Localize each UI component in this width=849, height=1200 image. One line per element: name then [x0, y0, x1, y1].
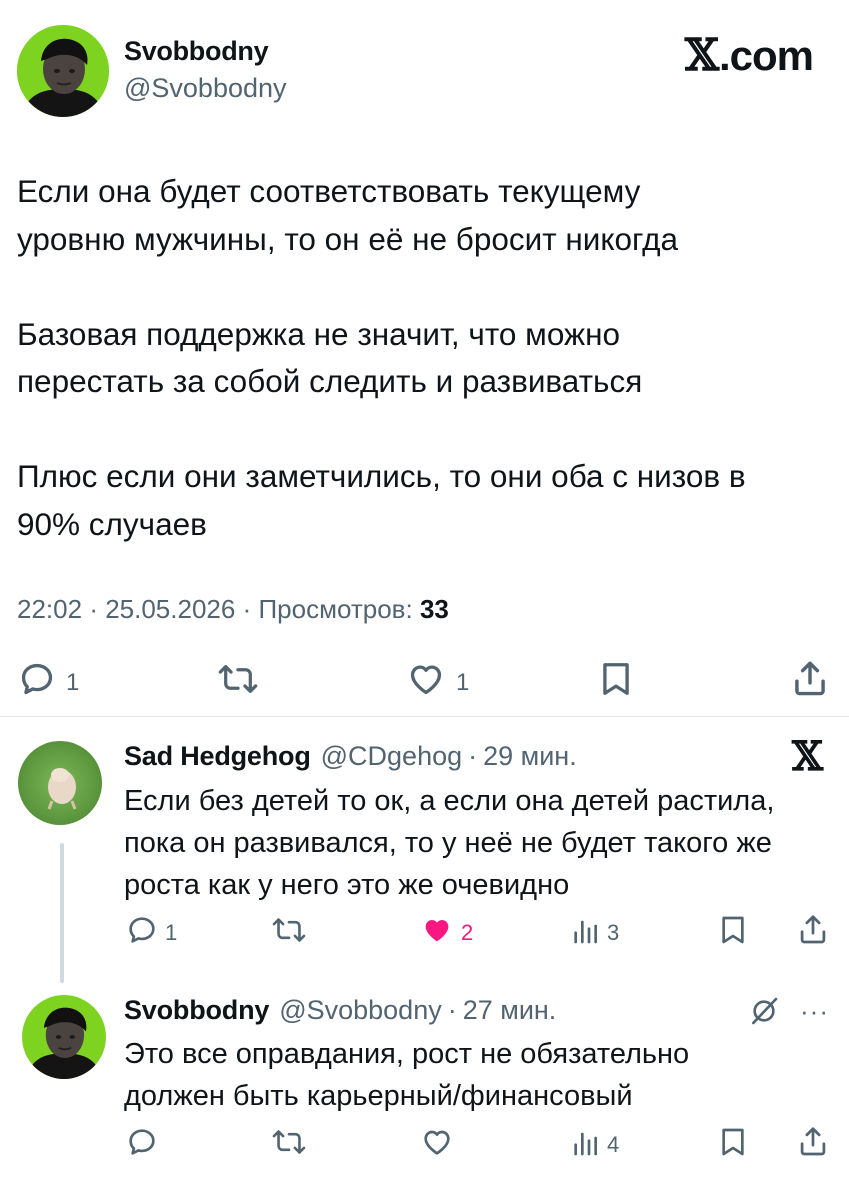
- reply-header: Svobbodny @Svobbodny · 27 мин.: [124, 995, 556, 1026]
- author-handle[interactable]: @Svobbodny: [124, 73, 287, 104]
- brand-domain: .com: [718, 31, 814, 79]
- grok-icon[interactable]: [748, 995, 780, 1032]
- retweet-button[interactable]: [218, 660, 258, 705]
- share-button[interactable]: [792, 658, 828, 705]
- reply-time[interactable]: 27 мин.: [463, 995, 557, 1026]
- more-icon[interactable]: ···: [800, 996, 829, 1027]
- bookmark-icon: [718, 1126, 748, 1164]
- like-button[interactable]: 2: [420, 914, 473, 952]
- tweet-body: Если она будет соответствовать текущему …: [17, 168, 837, 548]
- reply-icon: [126, 914, 158, 952]
- views-count: 3: [607, 920, 620, 945]
- reply-line: Если без детей то ок, а если она детей р…: [124, 785, 775, 817]
- tweet-line: уровню мужчины, то он её не бросит никог…: [17, 220, 679, 257]
- reply-header: Sad Hedgehog @CDgehog · 29 мин.: [124, 741, 577, 772]
- reply-actions: 4: [122, 1124, 832, 1164]
- reply-author-handle[interactable]: @Svobbodny: [279, 995, 442, 1026]
- like-count: 2: [461, 920, 474, 945]
- reply-line: пока он развивался, то у неё не будет та…: [124, 827, 772, 859]
- retweet-icon: [272, 914, 306, 952]
- views-icon: [570, 914, 600, 952]
- x-logo-icon: 𝕏: [684, 30, 719, 81]
- reply-button[interactable]: 1: [18, 660, 79, 705]
- views-count: 33: [419, 594, 449, 624]
- reply-author-handle[interactable]: @CDgehog: [321, 741, 463, 772]
- reply-line: должен быть карьерный/финансовый: [124, 1080, 633, 1112]
- bookmark-icon: [718, 914, 748, 952]
- reply-icon: [18, 660, 56, 705]
- views-label: Просмотров:: [258, 594, 413, 624]
- reply-button[interactable]: 1: [126, 914, 177, 952]
- reply-time[interactable]: 29 мин.: [483, 741, 577, 772]
- reply-line: Это все оправдания, рост не обязательно: [124, 1038, 690, 1070]
- x-brand-logo: 𝕏 .com: [684, 30, 814, 81]
- bookmark-icon: [598, 660, 634, 705]
- views-icon: [570, 1126, 600, 1164]
- share-icon: [798, 912, 828, 952]
- bookmark-button[interactable]: [598, 660, 634, 705]
- bookmark-button[interactable]: [718, 1126, 748, 1164]
- reply-author-name[interactable]: Svobbodny: [124, 995, 269, 1026]
- retweet-icon: [272, 1126, 306, 1164]
- tweet-line: Плюс если они заметчились, то они оба с …: [17, 458, 746, 494]
- like-icon: [420, 914, 454, 952]
- reply-icon: [126, 1126, 158, 1164]
- separator: ·: [468, 741, 478, 771]
- tweet-line: 90% случаев: [17, 505, 207, 542]
- author-name[interactable]: Svobbodny: [124, 36, 269, 67]
- x-logo-icon: 𝕏: [792, 733, 824, 780]
- views-button[interactable]: 4: [570, 1126, 619, 1164]
- section-divider: [0, 716, 849, 717]
- reply-line: роста как у него это же очевидно: [124, 869, 570, 901]
- share-icon: [792, 658, 828, 705]
- tweet-date[interactable]: 25.05.2026: [105, 594, 235, 624]
- retweet-icon: [218, 660, 258, 705]
- reply-avatar[interactable]: [22, 995, 106, 1079]
- retweet-button[interactable]: [272, 1126, 306, 1164]
- like-button[interactable]: [420, 1126, 454, 1164]
- reply-count: 1: [165, 920, 178, 945]
- like-icon: [406, 660, 446, 705]
- thread-line: [60, 843, 64, 983]
- share-icon: [798, 1124, 828, 1164]
- reply-text: Это все оправдания, рост не обязательно …: [124, 1033, 829, 1117]
- bookmark-button[interactable]: [718, 914, 748, 952]
- like-button[interactable]: 1: [406, 660, 469, 705]
- reply-author-name[interactable]: Sad Hedgehog: [124, 741, 311, 772]
- views-count: 4: [607, 1132, 620, 1157]
- share-button[interactable]: [798, 1124, 828, 1164]
- views-button[interactable]: 3: [570, 914, 619, 952]
- reply-button[interactable]: [126, 1126, 158, 1164]
- tweet-line: Базовая поддержка не значит, что можно: [17, 315, 620, 352]
- reply-count: 1: [66, 668, 80, 696]
- share-button[interactable]: [798, 912, 828, 952]
- like-icon: [420, 1126, 454, 1164]
- reply-text: Если без детей то ок, а если она детей р…: [124, 780, 829, 906]
- author-avatar[interactable]: [17, 25, 109, 117]
- retweet-button[interactable]: [272, 914, 306, 952]
- tweet-meta: 22:02 · 25.05.2026 · Просмотров: 33: [17, 594, 449, 624]
- like-count: 1: [456, 668, 470, 696]
- tweet-actions: 1 1: [0, 654, 849, 704]
- separator: ·: [447, 995, 457, 1025]
- tweet-time[interactable]: 22:02: [17, 594, 82, 624]
- reply-actions: 1 2 3: [122, 912, 832, 952]
- tweet-line: Если она будет соответствовать текущему: [17, 173, 641, 209]
- reply-avatar[interactable]: [18, 741, 102, 825]
- tweet-line: перестать за собой следить и развиваться: [17, 363, 643, 399]
